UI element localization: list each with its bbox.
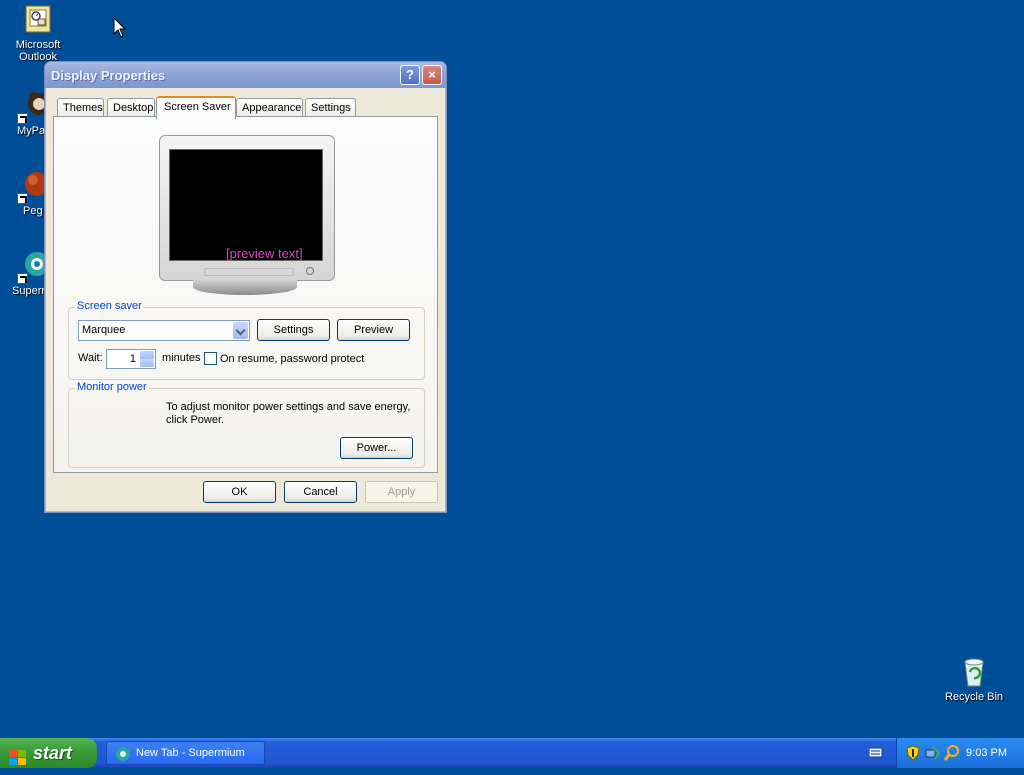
monitor-preview: [preview text] [159, 135, 335, 281]
chevron-down-icon[interactable] [233, 322, 248, 339]
recycle-bin-icon [958, 656, 990, 688]
search-icon[interactable] [943, 745, 960, 764]
tab-appearance[interactable]: Appearance [236, 98, 303, 118]
screen-saver-select[interactable]: Marquee [78, 320, 250, 341]
screen-saver-selected-value: Marquee [82, 324, 126, 336]
preview-button[interactable]: Preview [337, 319, 410, 341]
taskbar: start New Tab - Supermium 9:03 PM [0, 738, 1024, 768]
outlook-icon [22, 4, 54, 36]
screen-saver-group-title: Screen saver [75, 300, 144, 312]
ok-button[interactable]: OK [203, 481, 276, 503]
start-label: start [33, 743, 73, 763]
keyboard-icon[interactable] [868, 747, 883, 762]
monitor-power-group: Monitor power To adjust monitor power se… [68, 381, 425, 468]
screen-saver-panel: [preview text] Screen saver Marquee Sett… [53, 116, 438, 473]
security-shield-icon[interactable] [906, 745, 920, 764]
wait-minutes-spinner[interactable]: 1 [106, 349, 156, 369]
cancel-button[interactable]: Cancel [284, 481, 357, 503]
settings-button[interactable]: Settings [257, 319, 330, 341]
preview-screen: [preview text] [169, 149, 323, 261]
minutes-label: minutes [162, 352, 201, 364]
windows-logo-icon [9, 745, 27, 775]
monitor-power-led-icon [306, 267, 314, 275]
monitor-stand [193, 279, 297, 295]
monitor-power-description-line1: To adjust monitor power settings and sav… [166, 401, 411, 413]
window-title: Display Properties [51, 68, 166, 83]
spin-up-icon[interactable] [140, 351, 154, 359]
taskbar-button-label: New Tab - Supermium [136, 747, 245, 759]
password-protect-label[interactable]: On resume, password protect [220, 353, 364, 365]
desktop-icon-outlook[interactable]: Microsoft Outlook [0, 4, 76, 63]
mouse-cursor-icon [113, 16, 127, 42]
start-button[interactable]: start [0, 738, 97, 768]
shortcut-arrow-icon [17, 273, 28, 284]
help-button[interactable]: ? [400, 65, 420, 85]
shortcut-arrow-icon [17, 113, 28, 124]
network-icon[interactable] [925, 745, 941, 764]
monitor-power-group-title: Monitor power [75, 381, 149, 393]
tab-settings[interactable]: Settings [305, 98, 356, 118]
window-titlebar[interactable]: Display Properties ? × [45, 62, 446, 88]
desktop-icon-label: Microsoft Outlook [15, 39, 61, 63]
power-button[interactable]: Power... [340, 437, 413, 459]
tab-themes[interactable]: Themes [57, 98, 104, 118]
clock[interactable]: 9:03 PM [966, 747, 1007, 759]
taskbar-button-supermium[interactable]: New Tab - Supermium [106, 741, 265, 765]
screen-saver-group: Screen saver Marquee Settings Preview Wa… [68, 300, 425, 380]
wait-label: Wait: [78, 352, 103, 364]
tab-desktop[interactable]: Desktop [107, 98, 155, 118]
close-button[interactable]: × [422, 65, 442, 85]
wait-value: 1 [129, 353, 136, 365]
monitor-slot [204, 268, 294, 276]
monitor-power-description-line2: click Power. [166, 414, 225, 426]
system-tray: 9:03 PM [896, 738, 1024, 768]
shortcut-arrow-icon [17, 193, 28, 204]
apply-button[interactable]: Apply [365, 481, 438, 503]
spin-down-icon[interactable] [140, 359, 154, 367]
password-protect-checkbox[interactable] [204, 352, 217, 365]
desktop-icon-recycle-bin[interactable]: Recycle Bin [936, 656, 1012, 703]
marquee-preview-text: [preview text] [226, 246, 303, 261]
tab-screen-saver[interactable]: Screen Saver [156, 96, 236, 119]
supermium-icon [115, 746, 131, 770]
display-properties-window: Display Properties ? × Themes Desktop Sc… [44, 61, 447, 513]
desktop-icon-label: Recycle Bin [944, 691, 1004, 703]
